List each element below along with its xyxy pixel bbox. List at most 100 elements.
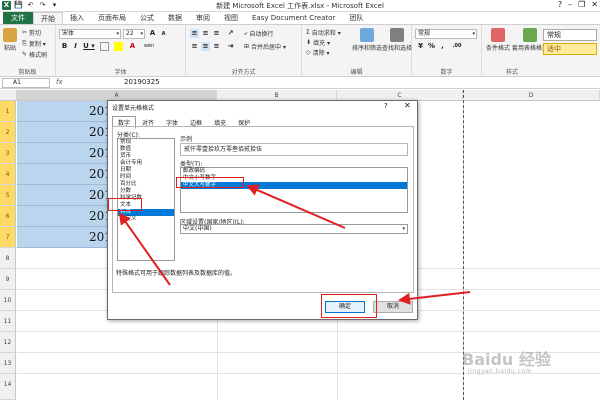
list-item[interactable]: 数值 xyxy=(118,146,174,153)
align-top-icon[interactable]: ≡ xyxy=(190,29,199,38)
border-button[interactable] xyxy=(100,42,109,51)
list-item[interactable]: 时间 xyxy=(118,174,174,181)
locale-select[interactable]: 中文(中国) ▾ xyxy=(180,224,408,234)
font-size-combo[interactable]: 22 ▾ xyxy=(123,29,145,39)
function-icon[interactable]: fx xyxy=(56,78,63,86)
align-right-icon[interactable]: ≡ xyxy=(212,42,221,51)
row-header[interactable]: 5 xyxy=(0,185,16,206)
paste-icon xyxy=(3,28,17,42)
fill-color-button[interactable] xyxy=(114,42,123,51)
close-icon[interactable]: ✕ xyxy=(404,101,411,110)
chevron-down-icon: ▾ xyxy=(402,226,405,232)
accounting-icon[interactable]: ¥ xyxy=(416,42,425,51)
annotation-box-category xyxy=(108,198,142,211)
restore-button[interactable]: ❐ xyxy=(578,0,585,9)
tab-page-layout[interactable]: 页面布局 xyxy=(91,12,133,24)
row-header[interactable]: 13 xyxy=(0,353,16,374)
clear-button[interactable]: ◇ 清除 ▾ xyxy=(306,48,330,57)
italic-button[interactable]: I xyxy=(71,42,80,51)
formula-input[interactable]: 20190325 xyxy=(124,78,160,86)
row-header[interactable]: 6 xyxy=(0,206,16,227)
help-icon[interactable]: ? xyxy=(384,102,388,110)
orientation-icon[interactable]: ↗ xyxy=(226,29,235,38)
ribbon: 粘贴 ✂ 剪切 ⎘ 复制 ▾ ✎ 格式刷 剪贴板 宋体 ▾ 22 ▾ A A B I U … xyxy=(0,25,600,77)
conditional-format-button[interactable]: 条件格式 xyxy=(486,28,510,52)
list-item[interactable]: 分数 xyxy=(118,188,174,195)
minimize-button[interactable]: – xyxy=(568,0,572,9)
phonetic-button[interactable]: wén xyxy=(142,42,156,51)
style-normal[interactable]: 常规 xyxy=(543,29,597,41)
tab-formulas[interactable]: 公式 xyxy=(133,12,161,24)
list-item[interactable]: 会计专用 xyxy=(118,160,174,167)
comma-button[interactable]: , xyxy=(438,42,447,51)
list-item[interactable]: 邮政编码 xyxy=(181,168,407,175)
row-header[interactable]: 4 xyxy=(0,164,16,185)
row-header[interactable]: 3 xyxy=(0,143,16,164)
list-item[interactable]: 日期 xyxy=(118,167,174,174)
list-item[interactable]: 货币 xyxy=(118,153,174,160)
copy-button[interactable]: ⎘ 复制 ▾ xyxy=(22,39,46,49)
list-item[interactable]: 自定义 xyxy=(118,216,174,223)
autosum-button[interactable]: Σ 自动求和 ▾ xyxy=(306,28,341,37)
percent-button[interactable]: % xyxy=(427,42,436,51)
grow-font-button[interactable]: A xyxy=(148,29,157,38)
row-header[interactable]: 7 xyxy=(0,227,16,248)
align-left-icon[interactable]: ≡ xyxy=(190,42,199,51)
increase-decimal-button[interactable]: .00 xyxy=(450,42,464,51)
align-bottom-icon[interactable]: ≡ xyxy=(212,29,221,38)
brush-icon: ✎ xyxy=(22,51,28,58)
row-header[interactable]: 1 xyxy=(0,101,16,122)
cut-button[interactable]: ✂ 剪切 xyxy=(22,28,41,37)
row-header[interactable]: 8 xyxy=(0,248,16,269)
tab-file[interactable]: 文件 xyxy=(3,12,33,24)
fill-button[interactable]: ⬇ 填充 ▾ xyxy=(306,38,330,47)
align-center-icon[interactable]: ≡ xyxy=(201,42,210,51)
row-header[interactable]: 9 xyxy=(0,269,16,290)
window-title: 新建 Microsoft Excel 工作表.xlsx - Microsoft … xyxy=(216,2,384,10)
tab-home[interactable]: 开始 xyxy=(33,12,63,24)
help-icon[interactable]: ? xyxy=(558,0,562,9)
scissors-icon: ✂ xyxy=(22,29,28,36)
indent-icon[interactable]: ⇥ xyxy=(226,42,235,51)
row-header[interactable]: 14 xyxy=(0,374,16,400)
sort-filter-button[interactable]: 排序和筛选 xyxy=(352,28,382,52)
tab-data[interactable]: 数据 xyxy=(161,12,189,24)
row-header[interactable]: 10 xyxy=(0,290,16,311)
clipboard-label: 剪贴板 xyxy=(18,69,37,76)
font-color-button[interactable]: A xyxy=(128,42,137,51)
list-item[interactable]: 百分比 xyxy=(118,181,174,188)
format-painter-button[interactable]: ✎ 格式刷 xyxy=(22,50,47,59)
close-button[interactable]: ✕ xyxy=(591,0,598,9)
underline-button[interactable]: U ▾ xyxy=(82,42,96,51)
style-medium[interactable]: 适中 xyxy=(543,43,597,55)
wrap-icon: ⤶ xyxy=(244,29,248,37)
tab-insert[interactable]: 插入 xyxy=(63,12,91,24)
ribbon-tabs: 文件 开始 插入 页面布局 公式 数据 审阅 视图 Easy Document … xyxy=(0,12,600,25)
tab-review[interactable]: 审阅 xyxy=(189,12,217,24)
font-name-combo[interactable]: 宋体 ▾ xyxy=(59,29,121,39)
align-middle-icon[interactable]: ≡ xyxy=(201,29,210,38)
paste-button[interactable]: 粘贴 xyxy=(3,28,17,52)
styles-label: 样式 xyxy=(505,69,518,76)
bold-button[interactable]: B xyxy=(60,42,69,51)
find-select-button[interactable]: 查找和选择 xyxy=(382,28,412,52)
merge-center-button[interactable]: ⊞ 合并后居中 ▾ xyxy=(244,42,286,51)
column-header-d[interactable]: D xyxy=(463,90,600,101)
binoculars-icon xyxy=(390,28,404,42)
cancel-button[interactable]: 取消 xyxy=(373,301,413,313)
tab-view[interactable]: 视图 xyxy=(217,12,245,24)
row-header[interactable]: 11 xyxy=(0,311,16,332)
tab-team[interactable]: 团队 xyxy=(342,12,370,24)
wrap-text-button[interactable]: ⤶ 自动换行 xyxy=(244,29,273,39)
row-header[interactable]: 2 xyxy=(0,122,16,143)
editing-group: Σ 自动求和 ▾ ⬇ 填充 ▾ ◇ 清除 ▾ 排序和筛选 查找和选择 编辑 xyxy=(302,25,412,77)
shrink-font-button[interactable]: A xyxy=(159,30,168,39)
tab-easy-document-creator[interactable]: Easy Document Creator xyxy=(245,12,342,24)
formula-bar: A1 fx 20190325 xyxy=(0,77,600,89)
type-list[interactable]: 邮政编码 中文小写数字 中文大写数字 xyxy=(180,167,408,213)
select-all-corner[interactable] xyxy=(0,90,17,101)
list-item[interactable]: 常规 xyxy=(118,139,174,146)
row-header[interactable]: 12 xyxy=(0,332,16,353)
name-box[interactable]: A1 xyxy=(2,78,50,88)
number-format-combo[interactable]: 常规 ▾ xyxy=(415,29,477,39)
